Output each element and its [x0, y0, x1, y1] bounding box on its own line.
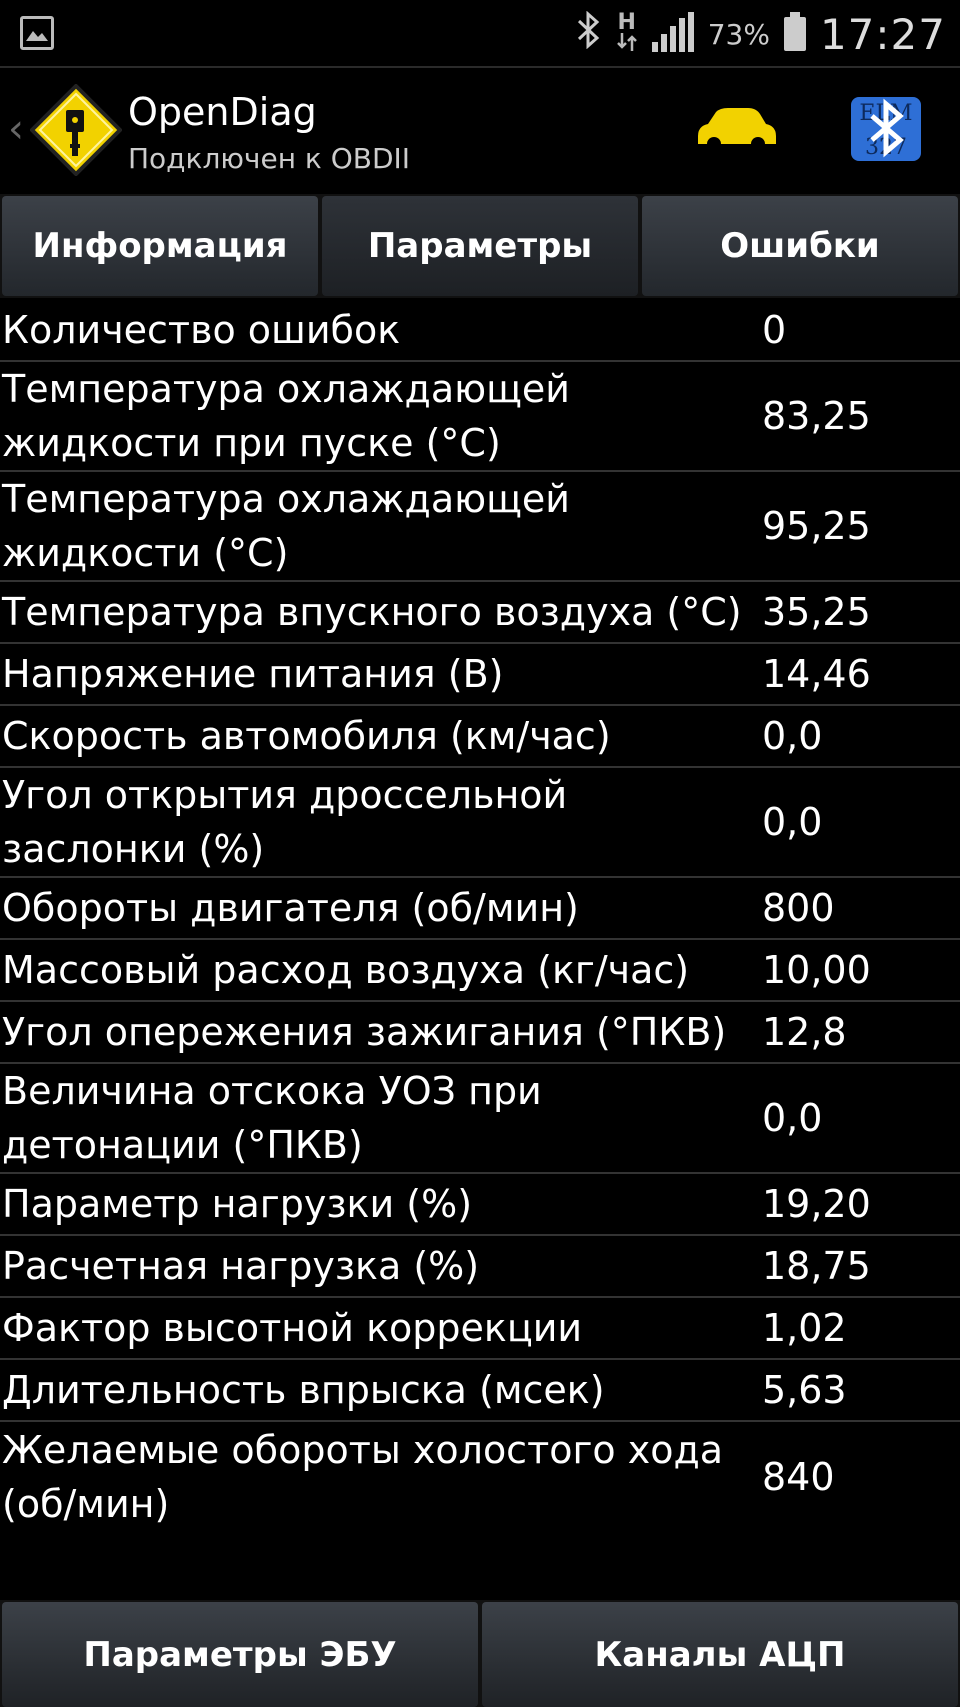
- parameters-table[interactable]: Количество ошибок 0 Температура охлаждаю…: [0, 300, 960, 1600]
- parameter-value: 14,46: [762, 652, 871, 696]
- status-bar: H 73% 17:27: [0, 0, 960, 68]
- table-row: Параметр нагрузки (%) 19,20: [0, 1174, 960, 1236]
- table-row: Фактор высотной коррекции 1,02: [0, 1298, 960, 1360]
- parameter-label: Расчетная нагрузка (%): [2, 1244, 480, 1288]
- table-row: Температура охлаждающей жидкости при пус…: [0, 362, 960, 472]
- parameter-label: Угол опережения зажигания (°ПКВ): [2, 1010, 727, 1054]
- gallery-icon: [20, 16, 54, 50]
- table-row: Массовый расход воздуха (кг/час) 10,00: [0, 940, 960, 1002]
- parameter-label: Величина отскока УОЗ при детонации (°ПКВ…: [2, 1069, 542, 1167]
- parameter-value: 19,20: [762, 1182, 871, 1226]
- parameter-label: Желаемые обороты холостого хода (об/мин): [2, 1428, 724, 1526]
- table-row: Расчетная нагрузка (%) 18,75: [0, 1236, 960, 1298]
- parameter-value: 18,75: [762, 1244, 871, 1288]
- table-row: Величина отскока УОЗ при детонации (°ПКВ…: [0, 1064, 960, 1174]
- table-row: Скорость автомобиля (км/час) 0,0: [0, 706, 960, 768]
- back-chevron-icon[interactable]: ‹: [8, 106, 24, 152]
- table-row: Напряжение питания (В) 14,46: [0, 644, 960, 706]
- bottom-button-bar: Параметры ЭБУ Каналы АЦП: [0, 1600, 960, 1707]
- parameter-value: 0,0: [762, 714, 823, 758]
- parameter-label: Параметр нагрузки (%): [2, 1182, 473, 1226]
- parameter-label: Массовый расход воздуха (кг/час): [2, 948, 690, 992]
- parameter-value: 800: [762, 886, 835, 930]
- parameter-value: 12,8: [762, 1010, 847, 1054]
- parameter-label: Обороты двигателя (об/мин): [2, 886, 579, 930]
- parameter-value: 10,00: [762, 948, 871, 992]
- table-row: Температура охлаждающей жидкости (°C) 95…: [0, 472, 960, 582]
- ecu-parameters-button[interactable]: Параметры ЭБУ: [2, 1602, 478, 1707]
- parameter-label: Температура охлаждающей жидкости при пус…: [2, 367, 570, 465]
- table-row: Длительность впрыска (мсек) 5,63: [0, 1360, 960, 1422]
- battery-percent: 73%: [707, 17, 770, 51]
- network-type-label: H: [617, 10, 636, 35]
- parameter-label: Длительность впрыска (мсек): [2, 1368, 605, 1412]
- parameter-value: 35,25: [762, 590, 871, 634]
- car-icon[interactable]: [692, 106, 778, 156]
- elm327-bluetooth-icon[interactable]: ELM 327: [850, 96, 922, 166]
- connection-status: Подключен к OBDII: [128, 142, 411, 175]
- battery-icon: [783, 12, 806, 51]
- parameter-value: 1,02: [762, 1306, 847, 1350]
- parameter-value: 0: [762, 308, 787, 352]
- network-type-icon: H: [616, 10, 638, 55]
- signal-icon: [651, 12, 694, 56]
- parameter-label: Количество ошибок: [2, 308, 401, 352]
- app-title: OpenDiag: [128, 90, 317, 134]
- parameter-value: 0,0: [762, 1096, 823, 1140]
- table-row: Угол опережения зажигания (°ПКВ) 12,8: [0, 1002, 960, 1064]
- parameter-label: Фактор высотной коррекции: [2, 1306, 583, 1350]
- tab-parameters[interactable]: Параметры: [322, 196, 638, 296]
- table-row: Температура впускного воздуха (°C) 35,25: [0, 582, 960, 644]
- parameter-label: Температура охлаждающей жидкости (°C): [2, 477, 570, 575]
- tab-bar: Информация Параметры Ошибки: [0, 194, 960, 298]
- bluetooth-icon: [576, 10, 602, 58]
- app-logo-icon[interactable]: [29, 83, 123, 180]
- table-row: Желаемые обороты холостого хода (об/мин)…: [0, 1422, 960, 1532]
- parameter-label: Угол открытия дроссельной заслонки (%): [2, 773, 568, 871]
- parameter-label: Температура впускного воздуха (°C): [2, 590, 742, 634]
- parameter-label: Напряжение питания (В): [2, 652, 504, 696]
- table-row: Количество ошибок 0: [0, 300, 960, 362]
- tab-errors[interactable]: Ошибки: [642, 196, 958, 296]
- table-row: Угол открытия дроссельной заслонки (%) 0…: [0, 768, 960, 878]
- parameter-label: Скорость автомобиля (км/час): [2, 714, 611, 758]
- parameter-value: 0,0: [762, 800, 823, 844]
- parameter-value: 840: [762, 1455, 835, 1499]
- tab-information[interactable]: Информация: [2, 196, 318, 296]
- status-icons: H 73% 17:27: [576, 6, 946, 62]
- parameter-value: 5,63: [762, 1368, 847, 1412]
- adc-channels-button[interactable]: Каналы АЦП: [482, 1602, 958, 1707]
- clock: 17:27: [819, 9, 946, 59]
- parameter-value: 95,25: [762, 504, 871, 548]
- action-bar: ‹ OpenDiag Подключен к OBDII ELM 327: [0, 68, 960, 262]
- parameter-value: 83,25: [762, 394, 871, 438]
- table-row: Обороты двигателя (об/мин) 800: [0, 878, 960, 940]
